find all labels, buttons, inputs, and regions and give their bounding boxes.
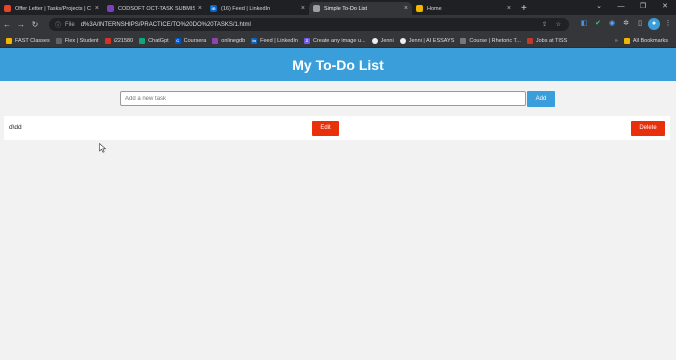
- browser-tab[interactable]: CODSOFT OCT-TASK SUBMISSI ×: [103, 2, 206, 15]
- bookmark-label: Flex | Student: [64, 37, 99, 44]
- task-item: d\dd Edit Delete: [4, 116, 670, 140]
- bookmark-icon: [55, 37, 62, 44]
- tab-favicon-icon: [107, 5, 114, 12]
- bookmark-item[interactable]: Jenni: [371, 37, 394, 44]
- browser-toolbar: ← → ↻ ⓘ File d%3A/INTERNSHIPS/PRACTICE/T…: [0, 15, 676, 34]
- info-icon[interactable]: ⓘ: [55, 20, 61, 29]
- bookmark-icon: [212, 37, 219, 44]
- avatar[interactable]: ●: [648, 18, 660, 30]
- bookmark-icon: [399, 37, 406, 44]
- close-icon[interactable]: ×: [404, 5, 408, 12]
- extension-icon[interactable]: ◉: [606, 18, 618, 30]
- bookmark-star-icon[interactable]: ☆: [556, 21, 561, 28]
- close-icon[interactable]: ×: [95, 5, 99, 12]
- bookmark-icon: [371, 37, 378, 44]
- bookmark-item[interactable]: Course | Rhetoric T...: [460, 37, 521, 44]
- tab-favicon-icon: [4, 5, 11, 12]
- reload-icon[interactable]: ↻: [28, 20, 42, 29]
- extension-icon[interactable]: ◧: [578, 18, 590, 30]
- tab-title: Home: [427, 5, 442, 12]
- edit-button[interactable]: Edit: [312, 121, 339, 136]
- new-tab-button[interactable]: +: [521, 3, 527, 14]
- folder-icon: [623, 37, 630, 44]
- bookmark-label: i221580: [113, 37, 134, 44]
- bookmark-label: Create any image u...: [312, 37, 366, 44]
- close-window-icon[interactable]: ✕: [654, 0, 676, 14]
- extension-icons: ◧ ✔ ◉ ✲ ▯ ● ⋮: [578, 18, 676, 30]
- bookmark-icon: [526, 37, 533, 44]
- all-bookmarks-label: All Bookmarks: [632, 37, 668, 44]
- linkedin-icon: in: [210, 5, 217, 12]
- all-bookmarks[interactable]: » All Bookmarks: [615, 34, 668, 47]
- bookmarks-bar: FAST Classes Flex | Student i221580 Chat…: [0, 34, 676, 48]
- globe-icon: [313, 5, 320, 12]
- browser-tab-strip: Offer Letter | Tasks/Projects | C × CODS…: [0, 0, 676, 15]
- coursera-icon: C: [174, 37, 181, 44]
- extension-icon[interactable]: ✔: [592, 18, 604, 30]
- mouse-cursor-icon: [99, 143, 107, 153]
- close-icon[interactable]: ×: [198, 5, 202, 12]
- bookmark-label: Coursera: [183, 37, 207, 44]
- bookmark-icon: [104, 37, 111, 44]
- share-icon[interactable]: ⇪: [542, 21, 547, 28]
- window-controls: ⌄ — ❐ ✕: [588, 0, 676, 14]
- add-task-button[interactable]: Add: [527, 91, 555, 107]
- chevron-right-icon: »: [614, 37, 618, 44]
- url-protocol: File: [65, 21, 75, 28]
- task-text: d\dd: [9, 124, 22, 131]
- tab-search-icon[interactable]: ⌄: [588, 0, 610, 14]
- browser-tab-active[interactable]: Simple To-Do List ×: [309, 2, 412, 15]
- puzzle-icon[interactable]: ✲: [620, 18, 632, 30]
- bookmark-item[interactable]: Flex | Student: [55, 37, 99, 44]
- page-title: My To-Do List: [292, 56, 384, 73]
- bookmark-item[interactable]: Jobs at TISS: [526, 37, 568, 44]
- bookmark-label: ChatGpt: [148, 37, 169, 44]
- browser-tab[interactable]: in (16) Feed | LinkedIn ×: [206, 2, 309, 15]
- bookmark-item[interactable]: i221580: [104, 37, 134, 44]
- browser-tab[interactable]: Home ×: [412, 2, 515, 15]
- sidebar-icon[interactable]: ▯: [634, 18, 646, 30]
- tab-title: Offer Letter | Tasks/Projects | C: [15, 5, 92, 12]
- bookmark-icon: Z: [303, 37, 310, 44]
- bookmark-label: Course | Rhetoric T...: [469, 37, 521, 44]
- forward-icon[interactable]: →: [14, 20, 28, 29]
- bookmark-label: FAST Classes: [15, 37, 50, 44]
- bookmark-item[interactable]: C Coursera: [174, 37, 207, 44]
- bookmark-item[interactable]: Jenni | AI ESSAYS: [399, 37, 455, 44]
- close-icon[interactable]: ×: [301, 5, 305, 12]
- bookmark-label: Jobs at TISS: [535, 37, 568, 44]
- url-path: d%3A/INTERNSHIPS/PRACTICE/TO%20DO%20TASK…: [80, 21, 251, 28]
- menu-icon[interactable]: ⋮: [662, 18, 674, 30]
- bookmark-icon: [460, 37, 467, 44]
- bookmark-label: onlinegdb: [221, 37, 246, 44]
- page-header: My To-Do List: [0, 48, 676, 81]
- bookmark-item[interactable]: in Feed | LinkedIn: [251, 37, 298, 44]
- linkedin-icon: in: [251, 37, 258, 44]
- maximize-icon[interactable]: ❐: [632, 0, 654, 14]
- back-icon[interactable]: ←: [0, 20, 14, 29]
- close-icon[interactable]: ×: [507, 5, 511, 12]
- bookmark-label: Feed | LinkedIn: [260, 37, 298, 44]
- chatgpt-icon: [139, 37, 146, 44]
- browser-tab[interactable]: Offer Letter | Tasks/Projects | C ×: [0, 2, 103, 15]
- address-bar[interactable]: ⓘ File d%3A/INTERNSHIPS/PRACTICE/TO%20DO…: [49, 18, 569, 31]
- folder-icon: [6, 37, 12, 44]
- tab-favicon-icon: [416, 5, 423, 12]
- bookmark-item[interactable]: ChatGpt: [139, 37, 169, 44]
- bookmark-label: Jenni: [380, 37, 394, 44]
- delete-button[interactable]: Delete: [631, 121, 665, 136]
- bookmark-item[interactable]: Z Create any image u...: [303, 37, 366, 44]
- minimize-icon[interactable]: —: [610, 0, 632, 14]
- bookmark-label: Jenni | AI ESSAYS: [408, 37, 455, 44]
- bookmark-item[interactable]: onlinegdb: [212, 37, 246, 44]
- tab-title: CODSOFT OCT-TASK SUBMISSI: [118, 5, 195, 12]
- bookmark-item[interactable]: FAST Classes: [6, 37, 50, 44]
- new-task-input[interactable]: [120, 91, 526, 106]
- tab-title: (16) Feed | LinkedIn: [221, 5, 271, 12]
- tab-title: Simple To-Do List: [324, 5, 367, 12]
